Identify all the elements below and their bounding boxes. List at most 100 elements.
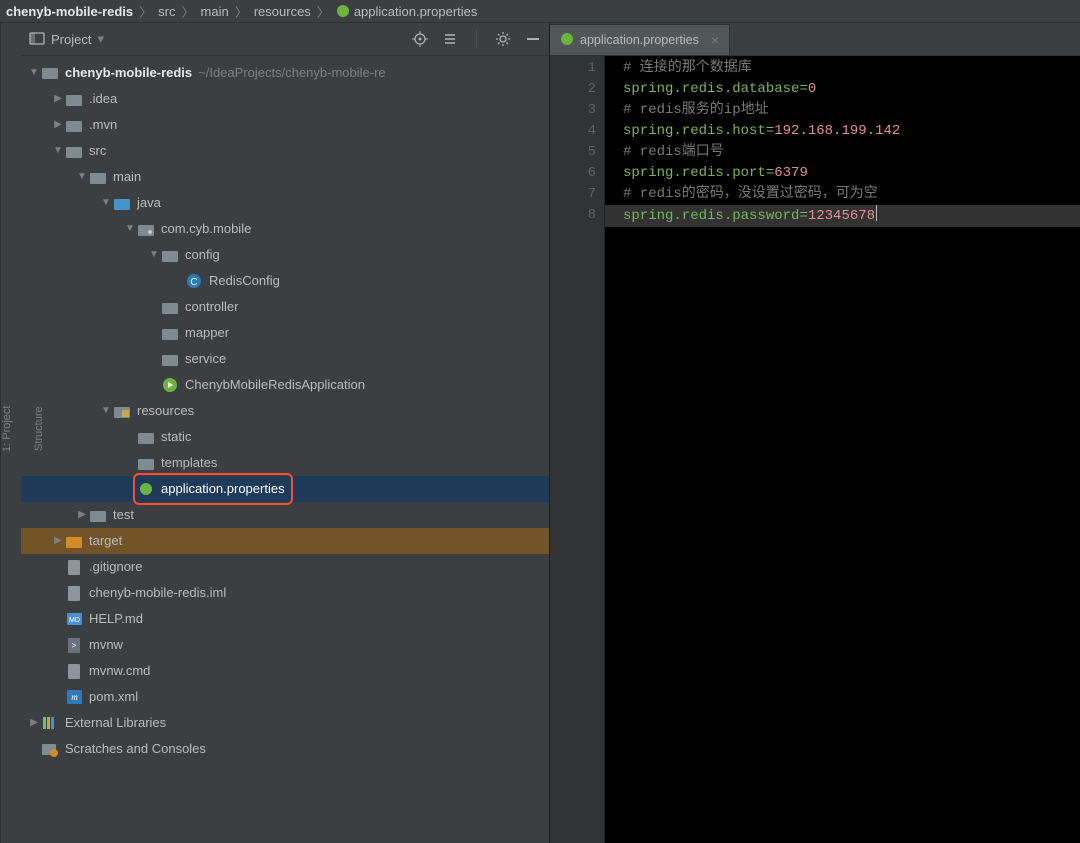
tree-folder-src[interactable]: ▼ src <box>21 138 549 164</box>
package-icon <box>161 324 179 342</box>
tree-folder-config[interactable]: ▼ config <box>21 242 549 268</box>
chevron-right-icon: ▶ <box>27 710 41 736</box>
spring-icon <box>137 480 155 498</box>
gear-icon[interactable] <box>495 31 511 47</box>
package-icon <box>161 298 179 316</box>
tree-folder-service[interactable]: service <box>21 346 549 372</box>
crumb-src[interactable]: src <box>158 4 175 19</box>
spring-run-icon <box>161 376 179 394</box>
crumb-file[interactable]: application.properties <box>336 4 478 19</box>
library-icon <box>41 714 59 732</box>
chevron-down-icon: ▼ <box>123 216 137 242</box>
project-tool-window: Project ▾ ▼ chenyb-mobile-redis ~/IdeaPr… <box>21 23 550 843</box>
spring-icon <box>336 4 350 18</box>
svg-text:MD: MD <box>69 617 80 624</box>
tree-file-application-properties[interactable]: application.properties <box>21 476 549 502</box>
chevron-right-icon: ▶ <box>51 112 65 138</box>
file-icon <box>65 584 83 602</box>
tree-folder-controller[interactable]: controller <box>21 294 549 320</box>
folder-icon <box>137 454 155 472</box>
chevron-down-icon: ▼ <box>51 138 65 164</box>
project-header: Project ▾ <box>21 23 549 56</box>
chevron-down-icon: ▼ <box>27 60 41 86</box>
tree-file-mvnw[interactable]: > mvnw <box>21 632 549 658</box>
folder-icon <box>65 90 83 108</box>
folder-icon <box>65 116 83 134</box>
svg-text:C: C <box>190 277 197 288</box>
maven-icon: m <box>65 688 83 706</box>
file-icon <box>65 558 83 576</box>
project-view-icon <box>29 31 45 47</box>
code-editor[interactable]: 12345678 # 连接的那个数据库spring.redis.database… <box>550 56 1080 843</box>
separator <box>476 30 477 48</box>
module-icon <box>41 64 59 82</box>
tree-folder-java[interactable]: ▼ java <box>21 190 549 216</box>
tree-class-application[interactable]: ChenybMobileRedisApplication <box>21 372 549 398</box>
folder-icon <box>137 428 155 446</box>
crumb-project[interactable]: chenyb-mobile-redis <box>6 4 133 19</box>
shell-icon: > <box>65 636 83 654</box>
crumb-main[interactable]: main <box>201 4 229 19</box>
chevron-down-icon: ▼ <box>75 164 89 190</box>
chevron-right-icon: ▶ <box>75 502 89 528</box>
hide-icon[interactable] <box>525 31 541 47</box>
chevron-right-icon: ▶ <box>51 86 65 112</box>
markdown-icon: MD <box>65 610 83 628</box>
package-icon <box>137 220 155 238</box>
chevron-right-icon: 〉 <box>317 2 330 21</box>
project-header-title[interactable]: Project <box>51 32 91 47</box>
file-icon <box>65 662 83 680</box>
excluded-folder-icon <box>65 532 83 550</box>
tree-folder-mvn[interactable]: ▶ .mvn <box>21 112 549 138</box>
spring-icon <box>560 32 574 49</box>
chevron-right-icon: 〉 <box>235 2 248 21</box>
chevron-down-icon: ▼ <box>147 242 161 268</box>
tree-folder-main[interactable]: ▼ main <box>21 164 549 190</box>
tree-folder-idea[interactable]: ▶ .idea <box>21 86 549 112</box>
folder-icon <box>89 506 107 524</box>
tab-application-properties[interactable]: application.properties × <box>550 24 730 55</box>
breadcrumb: chenyb-mobile-redis 〉 src 〉 main 〉 resou… <box>0 0 1080 23</box>
tree-file-help[interactable]: MD HELP.md <box>21 606 549 632</box>
chevron-right-icon: 〉 <box>139 2 152 21</box>
svg-text:>: > <box>72 641 77 650</box>
package-icon <box>161 350 179 368</box>
class-icon: C <box>185 272 203 290</box>
chevron-down-icon[interactable]: ▾ <box>97 31 104 47</box>
chevron-down-icon: ▼ <box>99 398 113 424</box>
tree-package[interactable]: ▼ com.cyb.mobile <box>21 216 549 242</box>
rail-project[interactable]: 1: Project <box>1 405 13 451</box>
tree-root[interactable]: ▼ chenyb-mobile-redis ~/IdeaProjects/che… <box>21 60 549 86</box>
tree-folder-mapper[interactable]: mapper <box>21 320 549 346</box>
tree-folder-test[interactable]: ▶ test <box>21 502 549 528</box>
tree-external-libraries[interactable]: ▶ External Libraries <box>21 710 549 736</box>
source-folder-icon <box>113 194 131 212</box>
resources-folder-icon <box>113 402 131 420</box>
project-tree[interactable]: ▼ chenyb-mobile-redis ~/IdeaProjects/che… <box>21 56 549 843</box>
tree-scratches[interactable]: Scratches and Consoles <box>21 736 549 762</box>
tree-folder-target[interactable]: ▶ target <box>21 528 549 554</box>
tree-file-gitignore[interactable]: .gitignore <box>21 554 549 580</box>
folder-icon <box>65 142 83 160</box>
chevron-right-icon: 〉 <box>182 2 195 21</box>
tree-class-redisconfig[interactable]: C RedisConfig <box>21 268 549 294</box>
tree-file-iml[interactable]: chenyb-mobile-redis.iml <box>21 580 549 606</box>
code-content[interactable]: # 连接的那个数据库spring.redis.database=0# redis… <box>605 56 1080 843</box>
expand-all-icon[interactable] <box>442 31 458 47</box>
tree-file-mvnwcmd[interactable]: mvnw.cmd <box>21 658 549 684</box>
tree-file-pom[interactable]: m pom.xml <box>21 684 549 710</box>
tool-window-rail[interactable]: 1: Project Structure <box>0 23 21 843</box>
close-icon[interactable]: × <box>711 32 719 48</box>
folder-icon <box>89 168 107 186</box>
crumb-resources[interactable]: resources <box>254 4 311 19</box>
rail-structure[interactable]: Structure <box>33 406 45 451</box>
chevron-right-icon: ▶ <box>51 528 65 554</box>
locate-icon[interactable] <box>412 31 428 47</box>
package-icon <box>161 246 179 264</box>
chevron-down-icon: ▼ <box>99 190 113 216</box>
line-gutter: 12345678 <box>550 56 605 843</box>
tree-folder-static[interactable]: static <box>21 424 549 450</box>
tree-folder-resources[interactable]: ▼ resources <box>21 398 549 424</box>
scratches-icon <box>41 740 59 758</box>
editor-tabs[interactable]: application.properties × <box>550 23 1080 56</box>
